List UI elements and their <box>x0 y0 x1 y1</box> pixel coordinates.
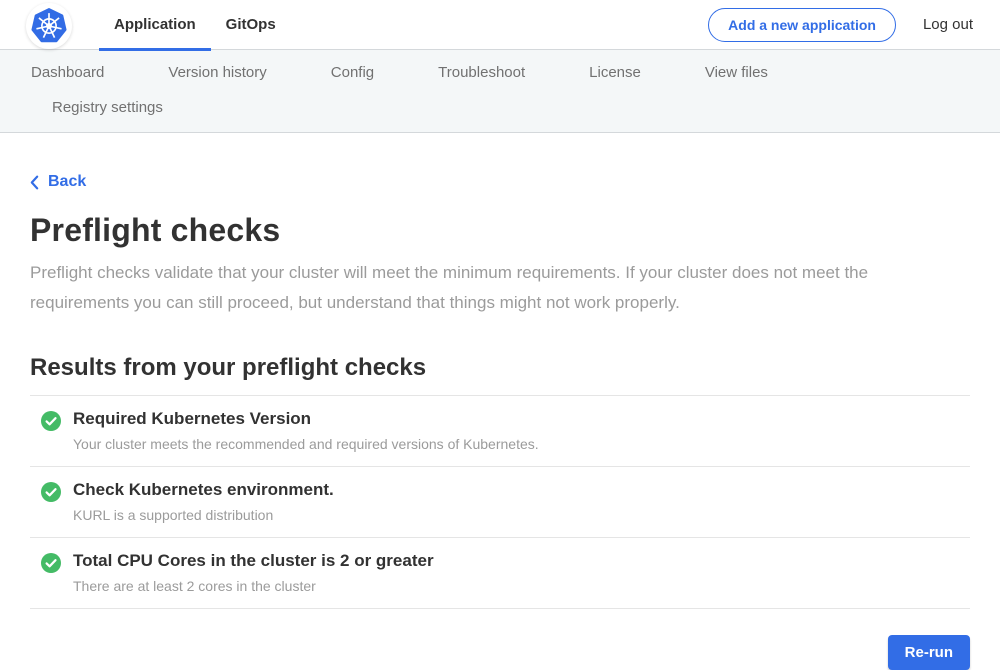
app-subnav: Dashboard Version history Config Trouble… <box>0 50 1000 133</box>
subnav-item-registry-settings[interactable]: Registry settings <box>52 99 163 116</box>
rerun-button[interactable]: Re-run <box>888 635 970 670</box>
check-circle-icon <box>41 411 61 436</box>
check-body: Check Kubernetes environment. KURL is a … <box>73 480 334 523</box>
subnav-item-version-history[interactable]: Version history <box>168 64 266 81</box>
check-circle-icon <box>41 482 61 507</box>
back-label: Back <box>48 173 86 191</box>
check-row-cpu-cores: Total CPU Cores in the cluster is 2 or g… <box>30 538 970 609</box>
tab-gitops[interactable]: GitOps <box>211 0 291 50</box>
check-body: Total CPU Cores in the cluster is 2 or g… <box>73 551 434 594</box>
check-message: KURL is a supported distribution <box>73 507 334 523</box>
tab-application[interactable]: Application <box>99 0 211 50</box>
check-body: Required Kubernetes Version Your cluster… <box>73 409 539 452</box>
primary-tabs: Application GitOps <box>99 0 291 50</box>
check-row-kubernetes-environment: Check Kubernetes environment. KURL is a … <box>30 467 970 538</box>
kubernetes-logo-icon[interactable] <box>26 3 72 49</box>
check-message: There are at least 2 cores in the cluste… <box>73 578 434 594</box>
header-actions: Add a new application Log out <box>708 8 1000 42</box>
results-heading: Results from your preflight checks <box>30 354 970 382</box>
page-description: Preflight checks validate that your clus… <box>30 258 948 318</box>
main-content: Back Preflight checks Preflight checks v… <box>0 133 1000 670</box>
subnav-row-1: Dashboard Version history Config Trouble… <box>0 64 1000 81</box>
top-header: Application GitOps Add a new application… <box>0 0 1000 50</box>
check-circle-icon <box>41 553 61 578</box>
check-row-kubernetes-version: Required Kubernetes Version Your cluster… <box>30 396 970 467</box>
subnav-item-config[interactable]: Config <box>331 64 374 81</box>
subnav-row-2: Registry settings <box>0 99 1000 116</box>
add-application-button[interactable]: Add a new application <box>708 8 896 42</box>
back-link[interactable]: Back <box>30 173 86 191</box>
preflight-results-list: Required Kubernetes Version Your cluster… <box>30 395 970 609</box>
subnav-item-license[interactable]: License <box>589 64 641 81</box>
footer-actions: Re-run <box>30 635 970 670</box>
check-title: Total CPU Cores in the cluster is 2 or g… <box>73 551 434 571</box>
page-title: Preflight checks <box>30 212 970 249</box>
check-message: Your cluster meets the recommended and r… <box>73 436 539 452</box>
chevron-left-icon <box>30 175 39 190</box>
check-title: Check Kubernetes environment. <box>73 480 334 500</box>
check-title: Required Kubernetes Version <box>73 409 539 429</box>
logout-link[interactable]: Log out <box>923 16 973 33</box>
subnav-item-troubleshoot[interactable]: Troubleshoot <box>438 64 525 81</box>
subnav-item-dashboard[interactable]: Dashboard <box>31 64 104 81</box>
subnav-item-view-files[interactable]: View files <box>705 64 768 81</box>
